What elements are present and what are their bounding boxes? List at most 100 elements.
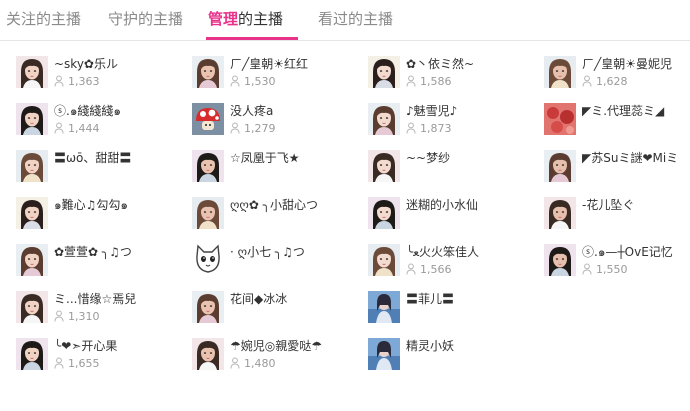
host-avatar[interactable] <box>16 103 48 135</box>
fan-count-value: 1,444 <box>68 122 100 135</box>
host-avatar[interactable] <box>368 244 400 276</box>
fan-count-value: 1,566 <box>420 263 452 276</box>
host-card[interactable]: ✿丶依ミ然~ 1,586 <box>368 56 538 102</box>
host-name[interactable]: ◤苏Suミ謎❤Miミ <box>582 151 678 165</box>
host-name[interactable]: ~sky✿乐ル <box>54 57 118 71</box>
host-fan-count: 1,444 <box>54 122 100 136</box>
host-avatar[interactable] <box>544 150 576 182</box>
host-name[interactable]: ღღ✿ ╮小甜心つ <box>230 198 318 212</box>
host-avatar[interactable] <box>368 150 400 182</box>
host-card[interactable]: ღღ✿ ╮小甜心つ <box>192 197 362 243</box>
host-avatar[interactable] <box>16 244 48 276</box>
host-card[interactable]: 〓ωō、甜甜〓 <box>16 150 186 196</box>
host-avatar[interactable] <box>368 291 400 323</box>
host-card[interactable]: ⓢ.๑綫綫綫๑ 1,444 <box>16 103 186 149</box>
host-avatar[interactable] <box>192 338 224 370</box>
host-name[interactable]: ╰❤➣开心果 <box>54 339 117 353</box>
host-avatar[interactable] <box>16 56 48 88</box>
host-avatar[interactable] <box>192 197 224 229</box>
host-name[interactable]: ✿丶依ミ然~ <box>406 57 474 71</box>
host-card[interactable]: 迷糊的小水仙 <box>368 197 538 243</box>
host-name[interactable]: ☂婉児◎親愛哒☂ <box>230 339 322 353</box>
host-card[interactable]: · ღ小七 ╮♫つ <box>192 244 362 290</box>
host-name[interactable]: 花间◆冰冰 <box>230 292 287 306</box>
host-card[interactable]: 花间◆冰冰 <box>192 291 362 337</box>
host-avatar[interactable] <box>544 56 576 88</box>
host-card[interactable]: ╰ﻌ火火笨佳人 1,566 <box>368 244 538 290</box>
user-icon <box>230 357 244 370</box>
host-card[interactable]: ☂婉児◎親愛哒☂ 1,480 <box>192 338 362 384</box>
host-grid: ~sky✿乐ル 1,363 ㄏ╱皇朝☀红红 1,530 ✿丶依ミ然~ 1,586 ㄏ╱皇朝☀… <box>0 41 690 411</box>
tab-followed-hosts[interactable]: 关注的主播 <box>6 9 81 29</box>
host-avatar[interactable] <box>368 103 400 135</box>
host-avatar[interactable] <box>192 103 224 135</box>
host-fan-count: 1,873 <box>406 122 452 136</box>
host-card[interactable]: ◤苏Suミ謎❤Miミ <box>544 150 690 196</box>
host-card[interactable]: -花儿坠ぐ <box>544 197 690 243</box>
host-card[interactable]: ⓢ.๑—┼OvE记忆 1,550 <box>544 244 690 290</box>
host-card[interactable]: ◤ミ.代理蕊ミ◢ <box>544 103 690 149</box>
host-card[interactable]: ミ...惜缘☆焉兒 1,310 <box>16 291 186 337</box>
host-avatar[interactable] <box>544 103 576 135</box>
host-avatar[interactable] <box>192 150 224 182</box>
host-name[interactable]: ╰ﻌ火火笨佳人 <box>406 245 479 259</box>
host-avatar[interactable] <box>544 197 576 229</box>
host-name[interactable]: ⓢ.๑—┼OvE记忆 <box>582 245 673 259</box>
host-avatar[interactable] <box>192 244 224 276</box>
host-name[interactable]: 没人疼a <box>230 104 273 118</box>
fan-count-value: 1,363 <box>68 75 100 88</box>
tab-watched-hosts[interactable]: 看过的主播 <box>318 9 393 29</box>
host-avatar[interactable] <box>544 244 576 276</box>
host-avatar[interactable] <box>192 291 224 323</box>
host-name[interactable]: · ღ小七 ╮♫つ <box>230 245 305 259</box>
host-card[interactable]: ๑難心♫勾勾๑ <box>16 197 186 243</box>
host-avatar[interactable] <box>192 56 224 88</box>
host-name[interactable]: ✿萱萱✿ ╮♫つ <box>54 245 132 259</box>
host-card[interactable]: 没人疼a 1,279 <box>192 103 362 149</box>
host-card[interactable]: ~~梦纱 <box>368 150 538 196</box>
host-card[interactable]: ♪魅雪児♪ 1,873 <box>368 103 538 149</box>
host-card[interactable]: 〓菲儿〓 <box>368 291 538 337</box>
host-name[interactable]: ◤ミ.代理蕊ミ◢ <box>582 104 664 118</box>
host-avatar[interactable] <box>16 150 48 182</box>
host-avatar[interactable] <box>16 291 48 323</box>
host-name[interactable]: ㄏ╱皇朝☀曼妮児 <box>582 57 672 71</box>
host-card[interactable]: ~sky✿乐ル 1,363 <box>16 56 186 102</box>
host-name[interactable]: ㄏ╱皇朝☀红红 <box>230 57 308 71</box>
host-name[interactable]: ~~梦纱 <box>406 151 450 165</box>
host-fan-count: 1,586 <box>406 75 452 89</box>
host-avatar[interactable] <box>16 197 48 229</box>
host-card[interactable]: ㄏ╱皇朝☀曼妮児 1,628 <box>544 56 690 102</box>
fan-count-value: 1,628 <box>596 75 628 88</box>
tab-managed-hosts[interactable]: 管理的主播 <box>208 9 283 29</box>
user-icon <box>582 75 596 88</box>
host-name[interactable]: 〓ωō、甜甜〓 <box>54 151 131 165</box>
host-name[interactable]: ミ...惜缘☆焉兒 <box>54 292 136 306</box>
host-name[interactable]: 精灵小妖 <box>406 339 454 353</box>
host-name[interactable]: 迷糊的小水仙 <box>406 198 478 212</box>
host-card[interactable]: ㄏ╱皇朝☀红红 1,530 <box>192 56 362 102</box>
user-icon <box>230 122 244 135</box>
fan-count-value: 1,586 <box>420 75 452 88</box>
host-name[interactable]: ♪魅雪児♪ <box>406 104 457 118</box>
host-card[interactable]: 精灵小妖 <box>368 338 538 384</box>
host-tabs: 关注的主播 守护的主播 管理的主播 看过的主播 <box>0 0 690 41</box>
host-card[interactable]: ✿萱萱✿ ╮♫つ <box>16 244 186 290</box>
user-icon <box>54 357 68 370</box>
fan-count-value: 1,480 <box>244 357 276 370</box>
host-avatar[interactable] <box>368 197 400 229</box>
host-card[interactable]: ☆凤凰于飞★ <box>192 150 362 196</box>
host-avatar[interactable] <box>16 338 48 370</box>
host-card[interactable]: ╰❤➣开心果 1,655 <box>16 338 186 384</box>
host-name[interactable]: ๑難心♫勾勾๑ <box>54 198 128 212</box>
host-avatar[interactable] <box>368 56 400 88</box>
host-avatar[interactable] <box>368 338 400 370</box>
host-name[interactable]: -花儿坠ぐ <box>582 198 634 212</box>
host-name[interactable]: 〓菲儿〓 <box>406 292 454 306</box>
active-tab-indicator <box>206 37 298 40</box>
tab-guarded-hosts[interactable]: 守护的主播 <box>108 9 183 29</box>
host-fan-count: 1,530 <box>230 75 276 89</box>
host-name[interactable]: ⓢ.๑綫綫綫๑ <box>54 104 121 118</box>
host-name[interactable]: ☆凤凰于飞★ <box>230 151 300 165</box>
fan-count-value: 1,530 <box>244 75 276 88</box>
